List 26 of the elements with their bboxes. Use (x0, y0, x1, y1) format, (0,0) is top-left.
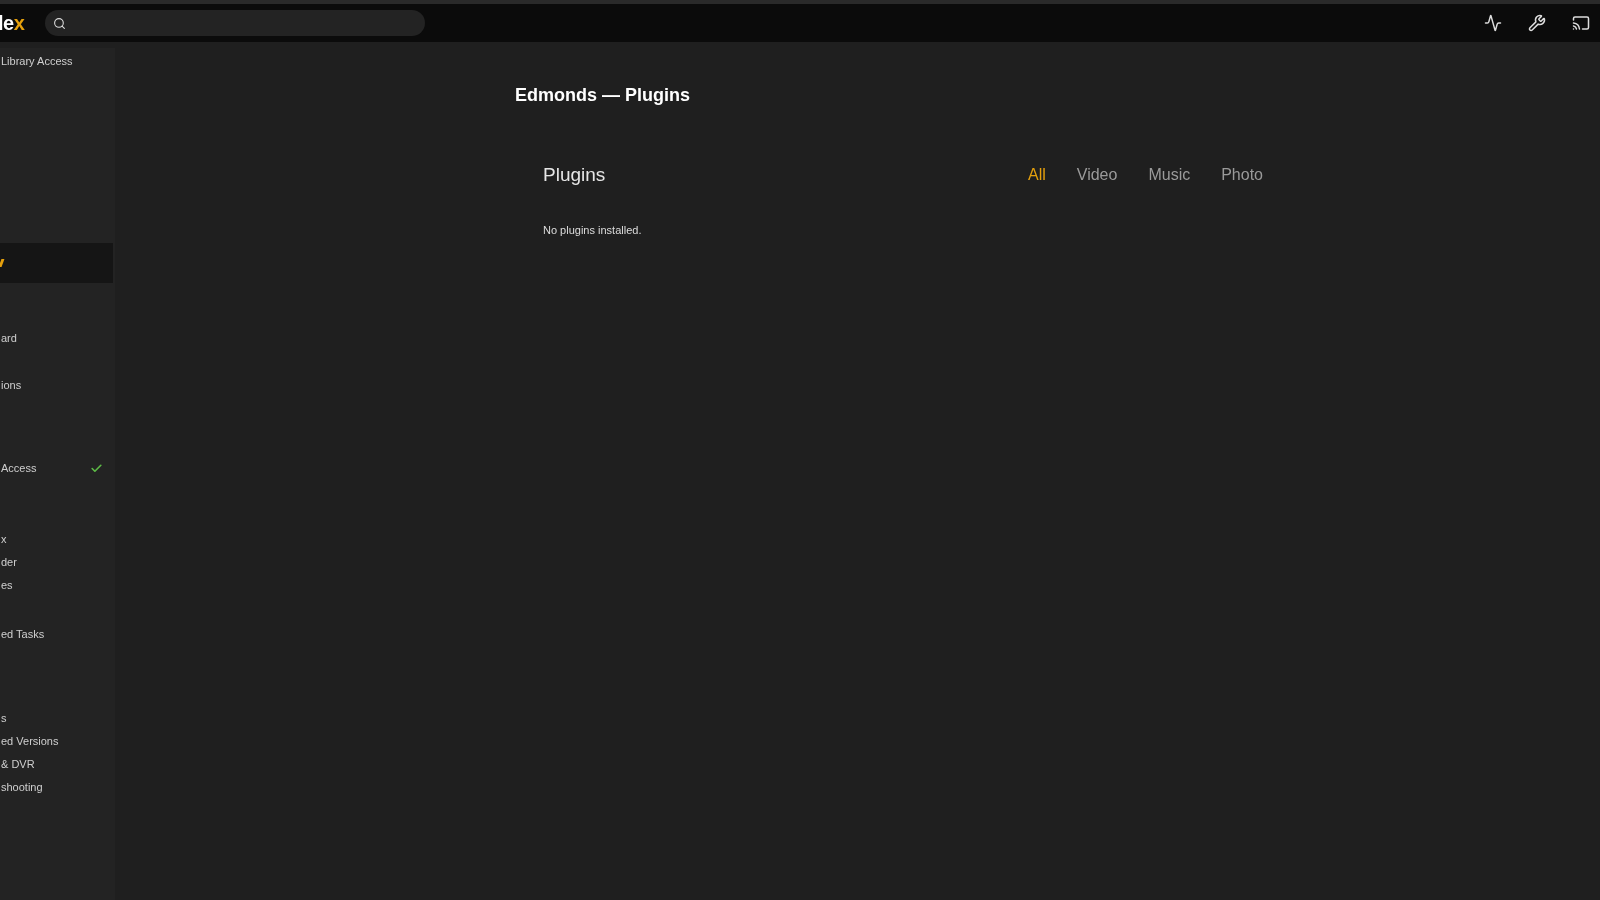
filter-tab[interactable]: All (1028, 163, 1046, 188)
cast-icon[interactable] (1572, 14, 1590, 32)
activity-icon[interactable] (1484, 14, 1502, 32)
sidebar-item[interactable]: Access (0, 457, 115, 480)
page-title: Edmonds — Plugins (515, 84, 690, 107)
search-icon (53, 16, 67, 30)
sidebar-item[interactable]: es (0, 574, 115, 597)
sidebar-item[interactable]: s (0, 707, 115, 730)
sidebar-item[interactable]: x (0, 528, 115, 551)
sidebar-item[interactable]: ions (0, 374, 115, 397)
filter-tab[interactable]: Video (1076, 163, 1118, 188)
check-icon (90, 462, 103, 475)
sidebar-item[interactable]: Library Access (0, 50, 115, 73)
settings-icon[interactable] (1528, 14, 1546, 32)
sidebar-item[interactable]: & DVR (0, 753, 115, 776)
search-field[interactable] (45, 10, 426, 36)
sidebar-item[interactable]: shooting (0, 776, 115, 799)
filter-tab[interactable]: Music (1148, 163, 1191, 188)
sidebar-item[interactable]: ed Tasks (0, 623, 115, 646)
sidebar-item[interactable]: ed Versions (0, 730, 115, 753)
section-heading: Plugins (543, 163, 606, 187)
filter-tab[interactable]: Photo (1221, 163, 1263, 188)
sidebar-item[interactable]: ard (0, 327, 115, 350)
logo[interactable]: lex (0, 8, 25, 38)
sidebar-item[interactable]: der (0, 551, 115, 574)
empty-message: No plugins installed. (543, 222, 642, 238)
